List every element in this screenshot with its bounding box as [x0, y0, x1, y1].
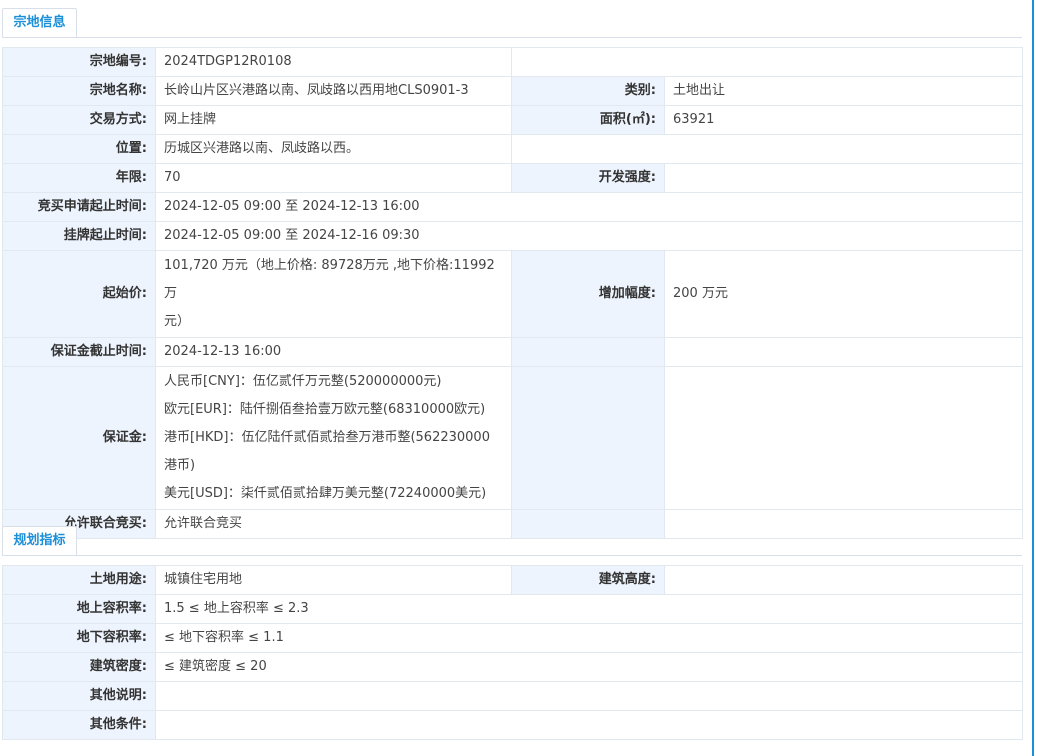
location-label: 位置:	[2, 134, 156, 164]
increment-value: 200 万元	[664, 250, 1023, 338]
category-label: 类别:	[511, 76, 665, 106]
table-row: 起始价: 101,720 万元（地上价格: 89728万元 ,地下价格:1199…	[2, 250, 1023, 338]
table-row: 地上容积率: 1.5 ≤ 地上容积率 ≤ 2.3	[2, 594, 1023, 624]
listing-time-label: 挂牌起止时间:	[2, 221, 156, 251]
term-label: 年限:	[2, 163, 156, 193]
table-row: 交易方式: 网上挂牌 面积(㎡): 63921	[2, 105, 1023, 135]
table-row: 宗地名称: 长岭山片区兴港路以南、凤歧路以西用地CLS0901-3 类别: 土地…	[2, 76, 1023, 106]
deposit-deadline-label: 保证金截止时间:	[2, 337, 156, 367]
table-row: 保证金截止时间: 2024-12-13 16:00	[2, 337, 1023, 367]
section-divider	[2, 555, 1022, 556]
land-use-value: 城镇住宅用地	[155, 565, 512, 595]
dev-intensity-label: 开发强度:	[511, 163, 665, 193]
deposit-line: 人民币[CNY]：伍亿贰仟万元整(520000000元)	[164, 374, 442, 389]
tab-parcel-info[interactable]: 宗地信息	[2, 8, 77, 37]
start-price-label: 起始价:	[2, 250, 156, 338]
parcel-no-value: 2024TDGP12R0108	[155, 47, 512, 77]
deposit-deadline-value: 2024-12-13 16:00	[155, 337, 512, 367]
density-value: ≤ 建筑密度 ≤ 20	[155, 652, 1023, 682]
empty-label-cell	[511, 366, 665, 510]
table-row: 宗地编号: 2024TDGP12R0108	[2, 47, 1023, 77]
far-above-label: 地上容积率:	[2, 594, 156, 624]
empty-label-cell	[511, 337, 665, 367]
far-below-label: 地下容积率:	[2, 623, 156, 653]
building-height-label: 建筑高度:	[511, 565, 665, 595]
parcel-name-label: 宗地名称:	[2, 76, 156, 106]
parcel-name-value: 长岭山片区兴港路以南、凤歧路以西用地CLS0901-3	[155, 76, 512, 106]
table-row: 年限: 70 开发强度:	[2, 163, 1023, 193]
deposit-line: 美元[USD]：柒仟贰佰贰拾肆万美元整(72240000美元)	[164, 486, 487, 501]
density-label: 建筑密度:	[2, 652, 156, 682]
empty-cell	[664, 366, 1023, 510]
increment-label: 增加幅度:	[511, 250, 665, 338]
empty-cell	[664, 337, 1023, 367]
far-above-value: 1.5 ≤ 地上容积率 ≤ 2.3	[155, 594, 1023, 624]
empty-cell	[511, 134, 1023, 164]
dev-intensity-value	[664, 163, 1023, 193]
parcel-info-table: 宗地编号: 2024TDGP12R0108 宗地名称: 长岭山片区兴港路以南、凤…	[2, 47, 1023, 539]
tab-planning-indicators[interactable]: 规划指标	[2, 526, 77, 555]
land-use-label: 土地用途:	[2, 565, 156, 595]
table-row: 挂牌起止时间: 2024-12-05 09:00 至 2024-12-16 09…	[2, 221, 1023, 251]
planning-table: 土地用途: 城镇住宅用地 建筑高度: 地上容积率: 1.5 ≤ 地上容积率 ≤ …	[2, 565, 1023, 740]
table-row: 竞买申请起止时间: 2024-12-05 09:00 至 2024-12-13 …	[2, 192, 1023, 222]
trade-method-value: 网上挂牌	[155, 105, 512, 135]
table-row: 保证金: 人民币[CNY]：伍亿贰仟万元整(520000000元) 欧元[EUR…	[2, 366, 1023, 510]
far-below-value: ≤ 地下容积率 ≤ 1.1	[155, 623, 1023, 653]
location-value: 历城区兴港路以南、凤歧路以西。	[155, 134, 512, 164]
deposit-line: 港币)	[164, 458, 196, 473]
table-row: 位置: 历城区兴港路以南、凤歧路以西。	[2, 134, 1023, 164]
listing-time-value: 2024-12-05 09:00 至 2024-12-16 09:30	[155, 221, 1023, 251]
other-conditions-label: 其他条件:	[2, 710, 156, 740]
area-label: 面积(㎡):	[511, 105, 665, 135]
right-edge-rule	[1032, 0, 1034, 756]
deposit-label: 保证金:	[2, 366, 156, 510]
area-value: 63921	[664, 105, 1023, 135]
category-value: 土地出让	[664, 76, 1023, 106]
table-row: 其他条件:	[2, 710, 1023, 740]
term-value: 70	[155, 163, 512, 193]
parcel-no-label: 宗地编号:	[2, 47, 156, 77]
empty-cell	[511, 47, 1023, 77]
other-notes-label: 其他说明:	[2, 681, 156, 711]
section-divider	[2, 37, 1022, 38]
bid-apply-time-label: 竞买申请起止时间:	[2, 192, 156, 222]
building-height-value	[664, 565, 1023, 595]
table-row: 建筑密度: ≤ 建筑密度 ≤ 20	[2, 652, 1023, 682]
deposit-line: 欧元[EUR]：陆仟捌佰叁拾壹万欧元整(68310000欧元)	[164, 402, 486, 417]
bid-apply-time-value: 2024-12-05 09:00 至 2024-12-13 16:00	[155, 192, 1023, 222]
deposit-value: 人民币[CNY]：伍亿贰仟万元整(520000000元) 欧元[EUR]：陆仟捌…	[155, 366, 512, 510]
section-header-planning: 规划指标	[0, 526, 1022, 556]
table-row: 地下容积率: ≤ 地下容积率 ≤ 1.1	[2, 623, 1023, 653]
start-price-line: 元）	[164, 314, 191, 329]
section-header-parcel-info: 宗地信息	[0, 8, 1022, 38]
start-price-line: 101,720 万元（地上价格: 89728万元 ,地下价格:11992万	[164, 258, 495, 301]
start-price-value: 101,720 万元（地上价格: 89728万元 ,地下价格:11992万 元）	[155, 250, 512, 338]
deposit-line: 港币[HKD]：伍亿陆仟贰佰贰拾叁万港币整(562230000	[164, 430, 490, 445]
other-notes-value	[155, 681, 1023, 711]
other-conditions-value	[155, 710, 1023, 740]
table-row: 土地用途: 城镇住宅用地 建筑高度:	[2, 565, 1023, 595]
trade-method-label: 交易方式:	[2, 105, 156, 135]
table-row: 其他说明:	[2, 681, 1023, 711]
